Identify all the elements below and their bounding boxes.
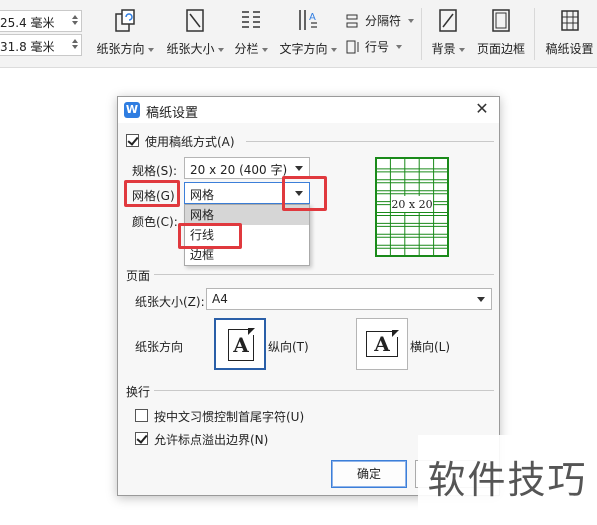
manuscript-settings-button[interactable]: 稿纸设置	[542, 8, 597, 57]
line-number-icon	[346, 40, 359, 53]
ribbon-divider	[421, 8, 422, 60]
paper-size-label: 纸张大小(Z):	[135, 295, 205, 309]
ok-button[interactable]: 确定	[331, 460, 407, 488]
chevron-down-icon	[477, 297, 485, 302]
portrait-option[interactable]: A	[214, 318, 266, 370]
manuscript-settings-label: 稿纸设置	[545, 42, 594, 56]
watermark-text: 软件技巧	[418, 435, 597, 525]
separator-label: 分隔符	[365, 14, 402, 28]
landscape-page-icon: A	[366, 330, 399, 357]
wps-logo-icon: W	[124, 102, 140, 118]
group-divider	[246, 141, 494, 142]
group-divider	[154, 274, 494, 275]
highlight-dropdown-arrow	[282, 176, 327, 211]
chevron-down-icon	[295, 166, 303, 171]
manuscript-grid-icon	[560, 10, 579, 31]
page-border-button[interactable]: 页面边框	[475, 8, 527, 57]
line-number-button[interactable]: 行号	[345, 38, 403, 55]
svg-text:A: A	[309, 12, 316, 23]
text-direction-label: 文字方向	[279, 42, 328, 56]
preview-label: 20 x 20	[391, 198, 432, 211]
highlight-grid-label	[124, 180, 180, 207]
orientation-label: 纸张方向	[135, 340, 184, 354]
close-icon[interactable]: ✕	[473, 100, 491, 118]
text-direction-button[interactable]: A 文字方向	[277, 8, 339, 57]
background-label: 背景	[431, 42, 456, 56]
page-border-icon	[492, 9, 510, 32]
highlight-lines-option	[178, 223, 242, 249]
ribbon-toolbar: 25.4 毫米 31.8 毫米 纸张方向 纸张大小 分栏 A 文字方向 分隔符 …	[0, 0, 597, 68]
portrait-label: 纵向(T)	[268, 340, 309, 354]
punct-overflow-label: 允许标点溢出边界(N)	[154, 433, 269, 447]
color-label: 颜色(C):	[132, 215, 178, 229]
ribbon-divider	[534, 8, 535, 60]
spinner-arrows-icon[interactable]	[71, 37, 79, 53]
paper-orientation-button[interactable]: 纸张方向	[95, 8, 155, 57]
use-manuscript-label: 使用稿纸方式(A)	[145, 135, 235, 149]
use-manuscript-checkbox[interactable]	[126, 134, 139, 147]
text-direction-icon: A	[299, 10, 317, 30]
grid-value: 网格	[190, 188, 215, 202]
spec-label: 规格(S):	[132, 164, 178, 178]
separator-button[interactable]: 分隔符	[345, 12, 415, 29]
paper-size-label: 纸张大小	[166, 42, 215, 56]
punct-overflow-checkbox[interactable]	[135, 432, 148, 445]
portrait-page-icon: A	[228, 328, 255, 361]
background-icon	[439, 9, 457, 32]
cjk-control-checkbox[interactable]	[135, 409, 148, 422]
dialog-titlebar[interactable]: W 稿纸设置 ✕	[118, 97, 499, 123]
columns-button[interactable]: 分栏	[232, 8, 270, 57]
group-divider	[154, 390, 494, 391]
paper-size-button[interactable]: 纸张大小	[163, 8, 227, 57]
margin-bottom-value: 31.8 毫米	[0, 40, 55, 54]
dialog-title: 稿纸设置	[146, 106, 199, 121]
page-section-label: 页面	[126, 269, 151, 283]
wrap-section-label: 换行	[126, 385, 151, 399]
landscape-option[interactable]: A	[356, 318, 408, 370]
margin-bottom-spinner[interactable]: 31.8 毫米	[0, 34, 82, 56]
paper-size-value: A4	[212, 292, 228, 306]
paper-orientation-icon	[115, 9, 135, 32]
page-border-label: 页面边框	[476, 42, 525, 56]
cjk-control-label: 按中文习惯控制首尾字符(U)	[154, 410, 305, 424]
grid-preview: 20 x 20	[375, 157, 449, 257]
separator-icon	[346, 14, 358, 27]
landscape-label: 横向(L)	[410, 340, 451, 354]
line-number-label: 行号	[365, 40, 390, 54]
paper-size-select[interactable]: A4	[206, 288, 492, 310]
paper-size-icon	[186, 9, 204, 32]
margin-top-value: 25.4 毫米	[0, 16, 55, 30]
spec-value: 20 x 20 (400 字)	[190, 163, 288, 177]
paper-orientation-label: 纸张方向	[96, 42, 145, 56]
margin-top-spinner[interactable]: 25.4 毫米	[0, 10, 82, 32]
columns-label: 分栏	[234, 42, 259, 56]
columns-icon	[242, 11, 260, 28]
spinner-arrows-icon[interactable]	[71, 13, 79, 29]
background-button[interactable]: 背景	[427, 8, 469, 57]
